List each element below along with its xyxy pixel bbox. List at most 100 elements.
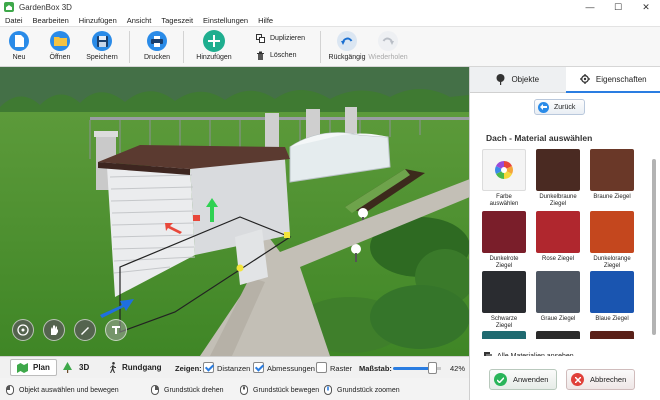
material-label: Graue Ziegel xyxy=(540,316,576,322)
back-button[interactable]: Zurück xyxy=(534,99,586,115)
redo-icon xyxy=(378,31,398,51)
menu-file[interactable]: Datei xyxy=(0,16,28,25)
view-plan-button[interactable]: Plan xyxy=(10,359,57,376)
walking-person-icon xyxy=(110,362,116,373)
plus-icon xyxy=(203,30,225,52)
garden-scene xyxy=(0,67,469,356)
trash-icon xyxy=(257,51,264,60)
menu-daytime[interactable]: Tageszeit xyxy=(156,16,198,25)
material-grid: Farbe auswählen Dunkelbraune Ziegel Brau… xyxy=(482,149,642,339)
view-3d-button[interactable]: 3D xyxy=(56,359,95,376)
draw-tool[interactable] xyxy=(74,319,96,341)
dimensions-checkbox[interactable] xyxy=(253,362,264,373)
material-item[interactable]: Farbe auswählen xyxy=(482,149,526,208)
material-item[interactable]: Braune Ziegel xyxy=(590,149,634,201)
redo-button[interactable]: Wiederholen xyxy=(366,31,410,61)
move-object-tool[interactable] xyxy=(12,319,34,341)
title-bar: GardenBox 3D — ☐ ✕ xyxy=(0,0,660,14)
window-controls: — ☐ ✕ xyxy=(576,0,660,14)
pan-tool[interactable] xyxy=(43,319,65,341)
grid-label: Raster xyxy=(330,364,353,373)
scale-slider-thumb[interactable] xyxy=(428,362,437,374)
print-button[interactable]: Drucken xyxy=(135,31,179,61)
material-item[interactable]: Dunkelrote Ziegel xyxy=(482,211,526,270)
apply-button[interactable]: Anwenden xyxy=(489,369,558,390)
menu-bar: Datei Bearbeiten Hinzufügen Ansicht Tage… xyxy=(0,14,660,27)
apply-label: Anwenden xyxy=(513,375,549,384)
save-button[interactable]: Speichern xyxy=(80,31,124,61)
material-swatch xyxy=(482,331,526,339)
distances-checkbox[interactable] xyxy=(203,362,214,373)
undo-button[interactable]: Rückgängig xyxy=(325,31,369,61)
material-item[interactable]: Blaue Ziegel xyxy=(590,271,634,323)
floppy-disk-icon xyxy=(92,31,112,51)
material-swatch xyxy=(536,331,580,339)
add-button[interactable]: Hinzufügen xyxy=(192,30,236,61)
material-swatch xyxy=(536,149,580,191)
view-3d-label: 3D xyxy=(79,363,90,372)
tree-3d-icon xyxy=(63,362,72,373)
material-item[interactable] xyxy=(482,331,526,339)
printer-icon xyxy=(147,31,167,51)
color-wheel-icon xyxy=(495,161,513,179)
menu-help[interactable]: Hilfe xyxy=(253,16,278,25)
menu-add[interactable]: Hinzufügen xyxy=(74,16,122,25)
material-label: Dunkelbraune Ziegel xyxy=(539,194,577,207)
material-label: Dunkelrote Ziegel xyxy=(489,256,519,269)
new-label: Neu xyxy=(12,54,26,61)
material-label: Dunkelorange Ziegel xyxy=(593,256,631,269)
maximize-button[interactable]: ☐ xyxy=(604,0,632,14)
status-bar: Objekt auswählen und bewegen Grundstück … xyxy=(0,378,469,400)
tree-icon xyxy=(496,74,505,85)
plan-map-icon xyxy=(17,362,28,373)
menu-edit[interactable]: Bearbeiten xyxy=(28,16,74,25)
back-label: Zurück xyxy=(554,103,576,111)
material-swatch xyxy=(590,211,634,253)
cancel-label: Abbrechen xyxy=(590,375,627,384)
material-item[interactable] xyxy=(590,331,634,339)
minimize-button[interactable]: — xyxy=(576,0,604,14)
toolbar-separator xyxy=(183,31,184,63)
open-label: Öffnen xyxy=(49,54,71,61)
menu-view[interactable]: Ansicht xyxy=(122,16,157,25)
color-picker-swatch xyxy=(482,149,526,191)
close-window-button[interactable]: ✕ xyxy=(632,0,660,14)
new-button[interactable]: Neu xyxy=(0,31,41,61)
material-label: Braune Ziegel xyxy=(593,194,631,200)
material-scrollbar[interactable] xyxy=(651,151,657,335)
arrow-left-icon xyxy=(538,101,549,113)
material-item[interactable] xyxy=(536,331,580,339)
menu-settings[interactable]: Einstellungen xyxy=(198,16,253,25)
close-x-icon xyxy=(571,373,584,386)
material-item[interactable]: Dunkelbraune Ziegel xyxy=(536,149,580,208)
tab-properties[interactable]: Eigenschaften xyxy=(565,67,660,93)
print-label: Drucken xyxy=(143,54,171,61)
material-item[interactable]: Schwarze Ziegel xyxy=(482,271,526,330)
material-swatch xyxy=(536,271,580,313)
material-item[interactable]: Dunkelorange Ziegel xyxy=(590,211,634,270)
view-plan-label: Plan xyxy=(33,363,50,372)
material-swatch xyxy=(482,211,526,253)
tab-properties-label: Eigenschaften xyxy=(595,74,647,84)
text-t-icon xyxy=(112,326,120,334)
status-rotate-plot-label: Grundstück drehen xyxy=(164,386,224,394)
3d-viewport[interactable] xyxy=(0,67,469,356)
toolbar-separator xyxy=(320,31,321,63)
distances-label: Distanzen xyxy=(217,364,251,373)
duplicate-button[interactable]: Duplizieren xyxy=(256,34,305,43)
open-button[interactable]: Öffnen xyxy=(38,31,82,61)
material-item[interactable]: Graue Ziegel xyxy=(536,271,580,323)
grid-checkbox[interactable] xyxy=(316,362,327,373)
tab-objects[interactable]: Objekte xyxy=(470,67,566,93)
material-item[interactable]: Rose Ziegel xyxy=(536,211,580,263)
delete-button[interactable]: Löschen xyxy=(256,51,296,60)
material-swatch xyxy=(536,211,580,253)
view-walk-button[interactable]: Rundgang xyxy=(103,359,168,376)
text-tool[interactable] xyxy=(105,319,127,341)
status-rotate-plot: Grundstück drehen xyxy=(151,385,224,395)
pencil-icon xyxy=(81,327,89,335)
scrollbar-thumb[interactable] xyxy=(652,159,656,335)
cancel-button[interactable]: Abbrechen xyxy=(566,369,636,390)
dimensions-label: Abmessungen xyxy=(267,364,315,373)
material-swatch xyxy=(590,149,634,191)
